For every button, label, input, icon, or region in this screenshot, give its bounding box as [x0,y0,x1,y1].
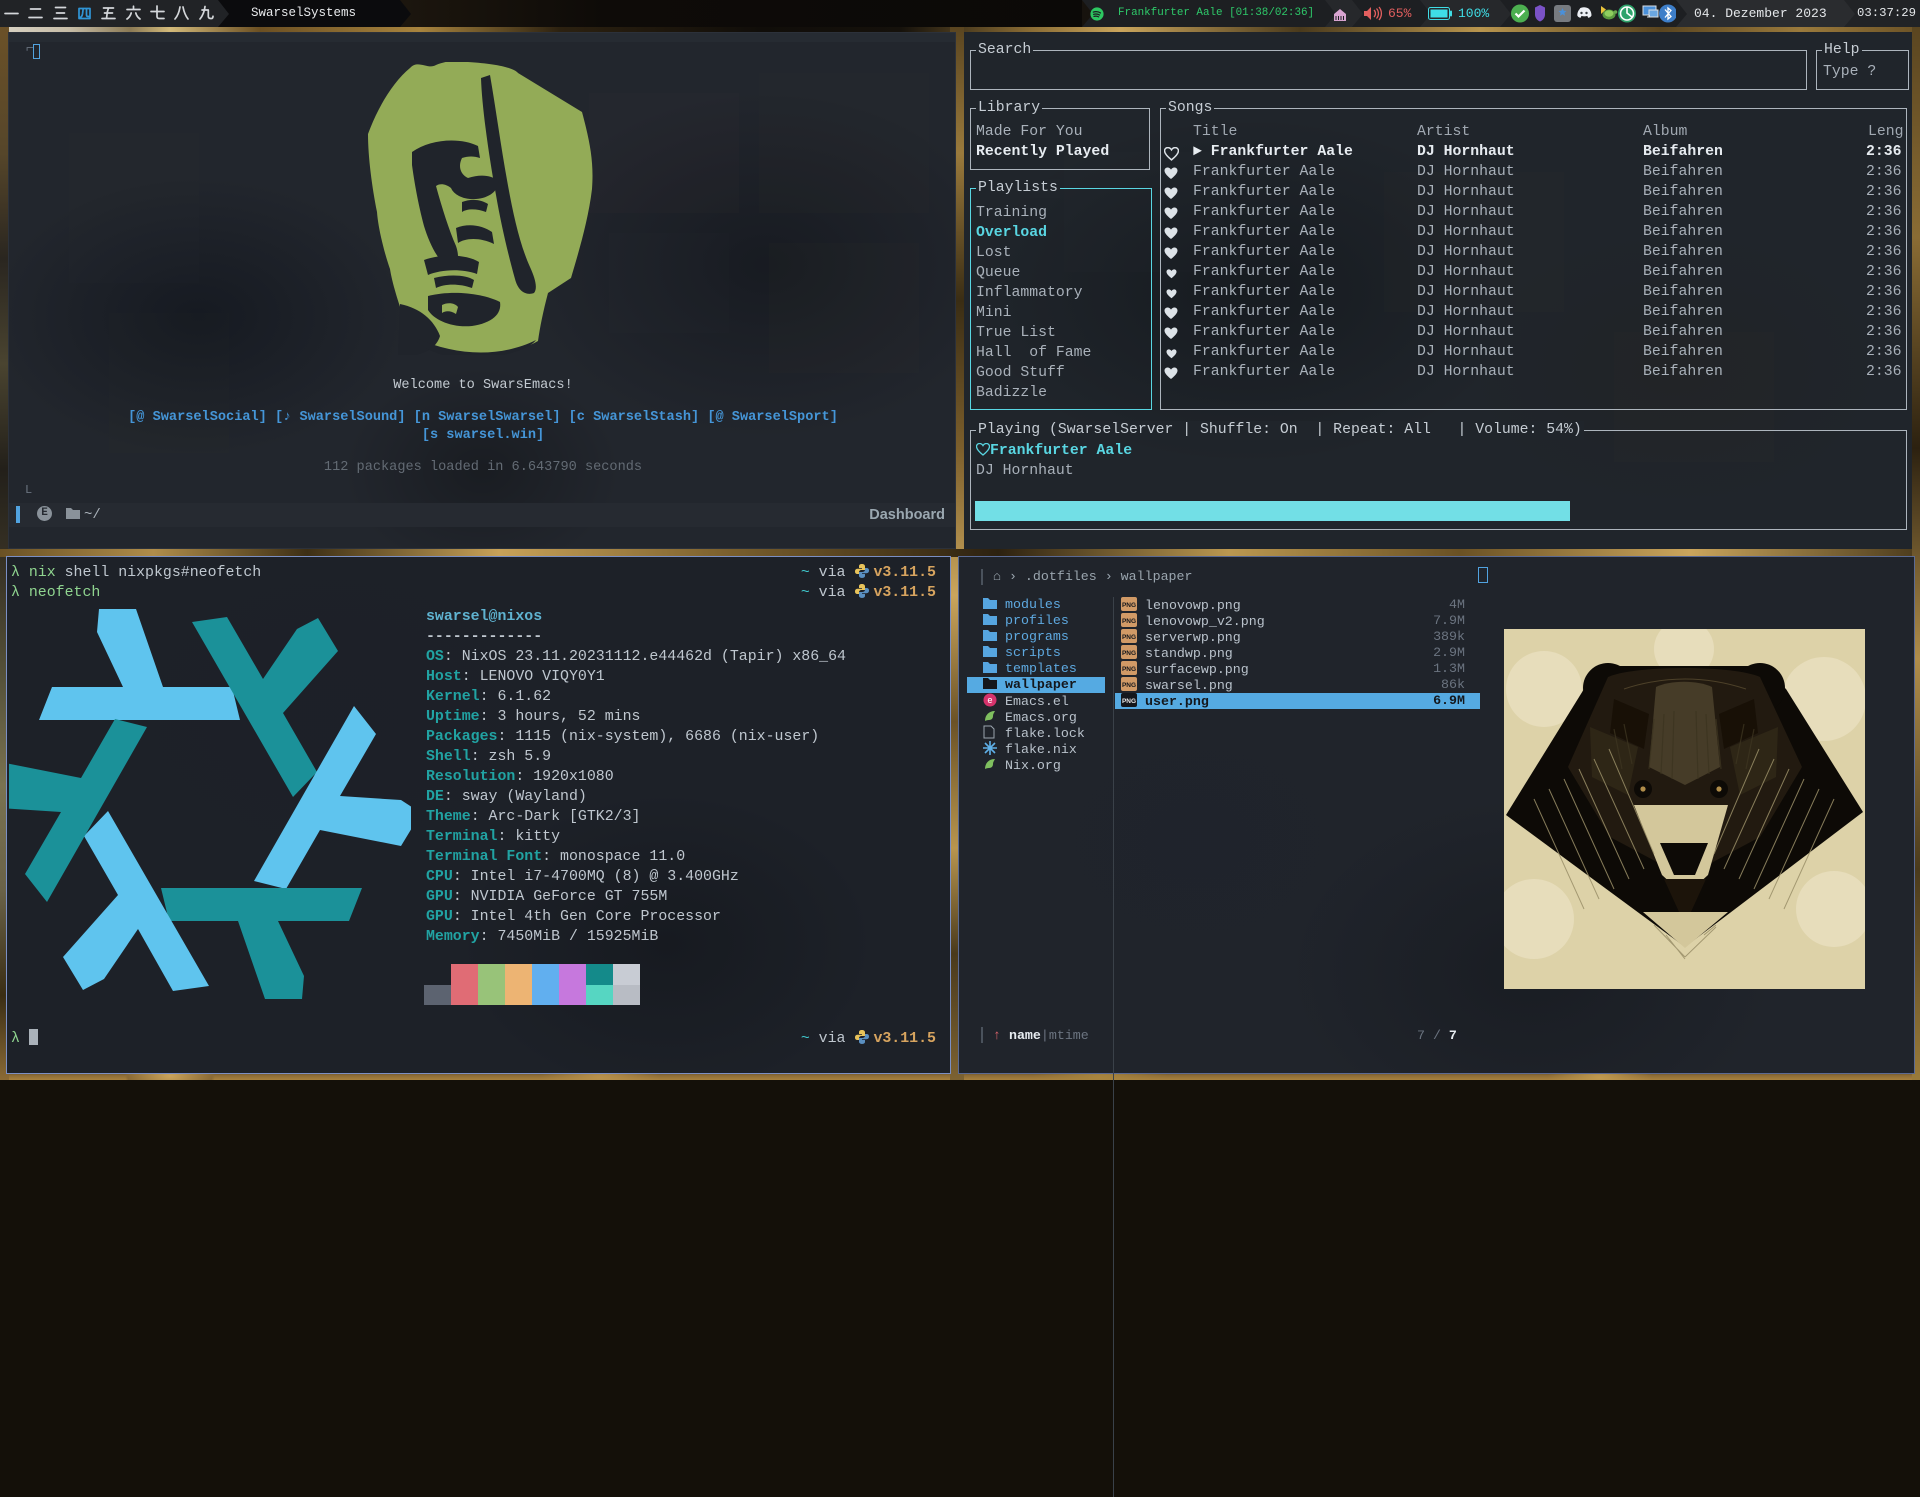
svg-text:PNG: PNG [1122,666,1136,673]
svg-text:PNG: PNG [1122,618,1136,625]
svg-text:PNG: PNG [1122,634,1136,641]
svg-text:PNG: PNG [1122,682,1136,689]
svg-text:e: e [987,696,992,706]
svg-text:PNG: PNG [1122,650,1136,657]
svg-text:PNG: PNG [1122,698,1136,705]
svg-text:PNG: PNG [1122,602,1136,609]
